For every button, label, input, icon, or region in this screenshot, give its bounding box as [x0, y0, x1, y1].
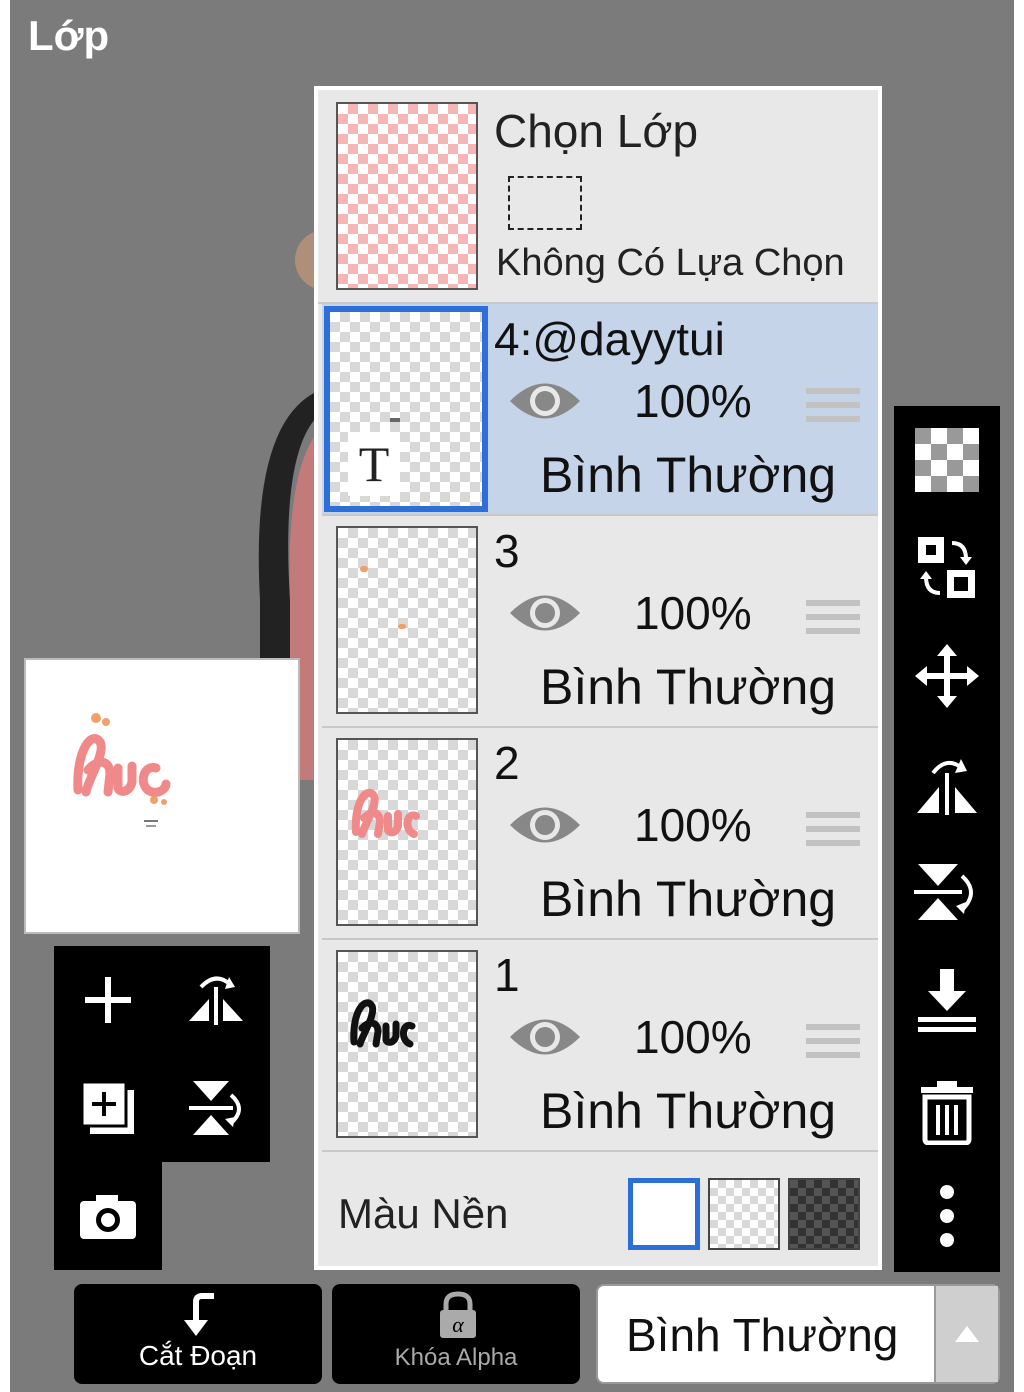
background-dark-swatch[interactable]	[788, 1178, 860, 1250]
alpha-lock-label: Khóa Alpha	[394, 1344, 518, 1371]
background-color-label: Màu Nền	[338, 1190, 509, 1237]
camera-icon	[80, 1195, 136, 1239]
add-copy-layer-icon	[80, 1080, 134, 1134]
transparency-button[interactable]	[894, 410, 1000, 510]
add-copy-layer-button[interactable]	[54, 1054, 162, 1162]
layer-thumbnail	[336, 950, 478, 1138]
flip-horizontal-icon	[189, 976, 243, 1025]
right-toolbar	[894, 406, 1000, 1272]
merge-down-button[interactable]	[894, 950, 1000, 1050]
flip-vertical-icon	[914, 864, 973, 920]
flip-vertical-button[interactable]	[894, 842, 1000, 942]
layer-blend-mode: Bình Thường	[540, 447, 837, 503]
clip-label: Cắt Đoạn	[138, 1340, 258, 1371]
more-options-button[interactable]	[894, 1166, 1000, 1266]
drag-handle-icon[interactable]	[806, 600, 860, 642]
layer-thumbnail	[336, 526, 478, 714]
selection-status: Không Có Lựa Chọn	[496, 242, 845, 284]
layer-opacity[interactable]: 100%	[634, 586, 752, 640]
layer-name: 1	[494, 949, 520, 1001]
layer-name: 2	[494, 737, 520, 789]
lock-icon: α	[440, 1291, 476, 1338]
swap-layers-icon	[918, 537, 975, 598]
flip-horizontal-button[interactable]	[894, 734, 1000, 834]
transparency-icon	[915, 428, 979, 492]
selection-thumbnail	[336, 102, 478, 290]
layer-opacity[interactable]: 100%	[634, 1010, 752, 1064]
background-color-row: Màu Nền	[318, 1156, 878, 1266]
clip-button[interactable]: Cắt Đoạn	[74, 1284, 322, 1384]
visibility-eye-icon[interactable]	[508, 1012, 582, 1062]
layer-blend-mode: Bình Thường	[540, 871, 837, 927]
layer-thumbnail: T	[324, 306, 488, 512]
layer-opacity[interactable]: 100%	[634, 798, 752, 852]
camera-button[interactable]	[54, 1162, 162, 1270]
add-layer-button[interactable]	[54, 946, 162, 1054]
layer-thumbnail	[336, 738, 478, 926]
flip-vertical-icon	[189, 1081, 241, 1135]
visibility-eye-icon[interactable]	[508, 376, 582, 426]
canvas-preview[interactable]	[24, 658, 300, 934]
drag-handle-icon[interactable]	[806, 1024, 860, 1066]
flip-layer-vertical-button[interactable]	[162, 1054, 270, 1162]
layer-name: 3	[494, 525, 520, 577]
add-layer-icon	[85, 977, 131, 1023]
visibility-eye-icon[interactable]	[508, 800, 582, 850]
blend-mode-select[interactable]: Bình Thường	[596, 1284, 1000, 1384]
page-title: Lớp	[28, 12, 110, 59]
flip-layer-horizontal-button[interactable]	[162, 946, 270, 1054]
svg-text:α: α	[452, 1312, 464, 1337]
left-toolbar	[54, 946, 270, 1270]
layer-row[interactable]: 1 100% Bình Thường	[322, 940, 878, 1152]
layers-screen: Lớp Chọn Lớp Không Có Lựa Chọn T 4:@dayy…	[10, 0, 1014, 1392]
alpha-lock-button[interactable]: α Khóa Alpha	[332, 1284, 580, 1384]
clip-arrow-icon	[184, 1293, 214, 1336]
layer-blend-mode: Bình Thường	[540, 659, 837, 715]
layer-opacity[interactable]: 100%	[634, 374, 752, 428]
more-icon	[940, 1185, 954, 1247]
layer-name: 4:@dayytui	[494, 313, 725, 365]
layer-blend-mode: Bình Thường	[540, 1083, 837, 1139]
background-transparent-swatch[interactable]	[708, 1178, 780, 1250]
trash-icon	[921, 1081, 973, 1145]
preview-artwork	[73, 713, 171, 827]
chevron-up-icon[interactable]	[934, 1286, 998, 1382]
move-button[interactable]	[894, 626, 1000, 726]
layer-row[interactable]: 3 100% Bình Thường	[322, 516, 878, 728]
blend-mode-value: Bình Thường	[626, 1309, 899, 1361]
delete-layer-button[interactable]	[894, 1062, 1000, 1162]
move-icon	[915, 644, 979, 708]
flip-horizontal-icon	[917, 759, 977, 815]
layer-row[interactable]: 2 100% Bình Thường	[322, 728, 878, 940]
selection-layer-row[interactable]: Chọn Lớp Không Có Lựa Chọn	[318, 90, 878, 304]
layer-row[interactable]: T 4:@dayytui 100% Bình Thường	[322, 304, 878, 516]
drag-handle-icon[interactable]	[806, 388, 860, 430]
selection-title: Chọn Lớp	[494, 105, 699, 157]
layers-panel: Chọn Lớp Không Có Lựa Chọn T 4:@dayytui …	[314, 86, 882, 1270]
selection-marquee-icon	[508, 176, 582, 230]
swap-layers-button[interactable]	[894, 518, 1000, 618]
visibility-eye-icon[interactable]	[508, 588, 582, 638]
merge-down-icon	[918, 969, 976, 1032]
drag-handle-icon[interactable]	[806, 812, 860, 854]
background-white-swatch[interactable]	[628, 1178, 700, 1250]
text-layer-icon: T	[348, 432, 400, 496]
